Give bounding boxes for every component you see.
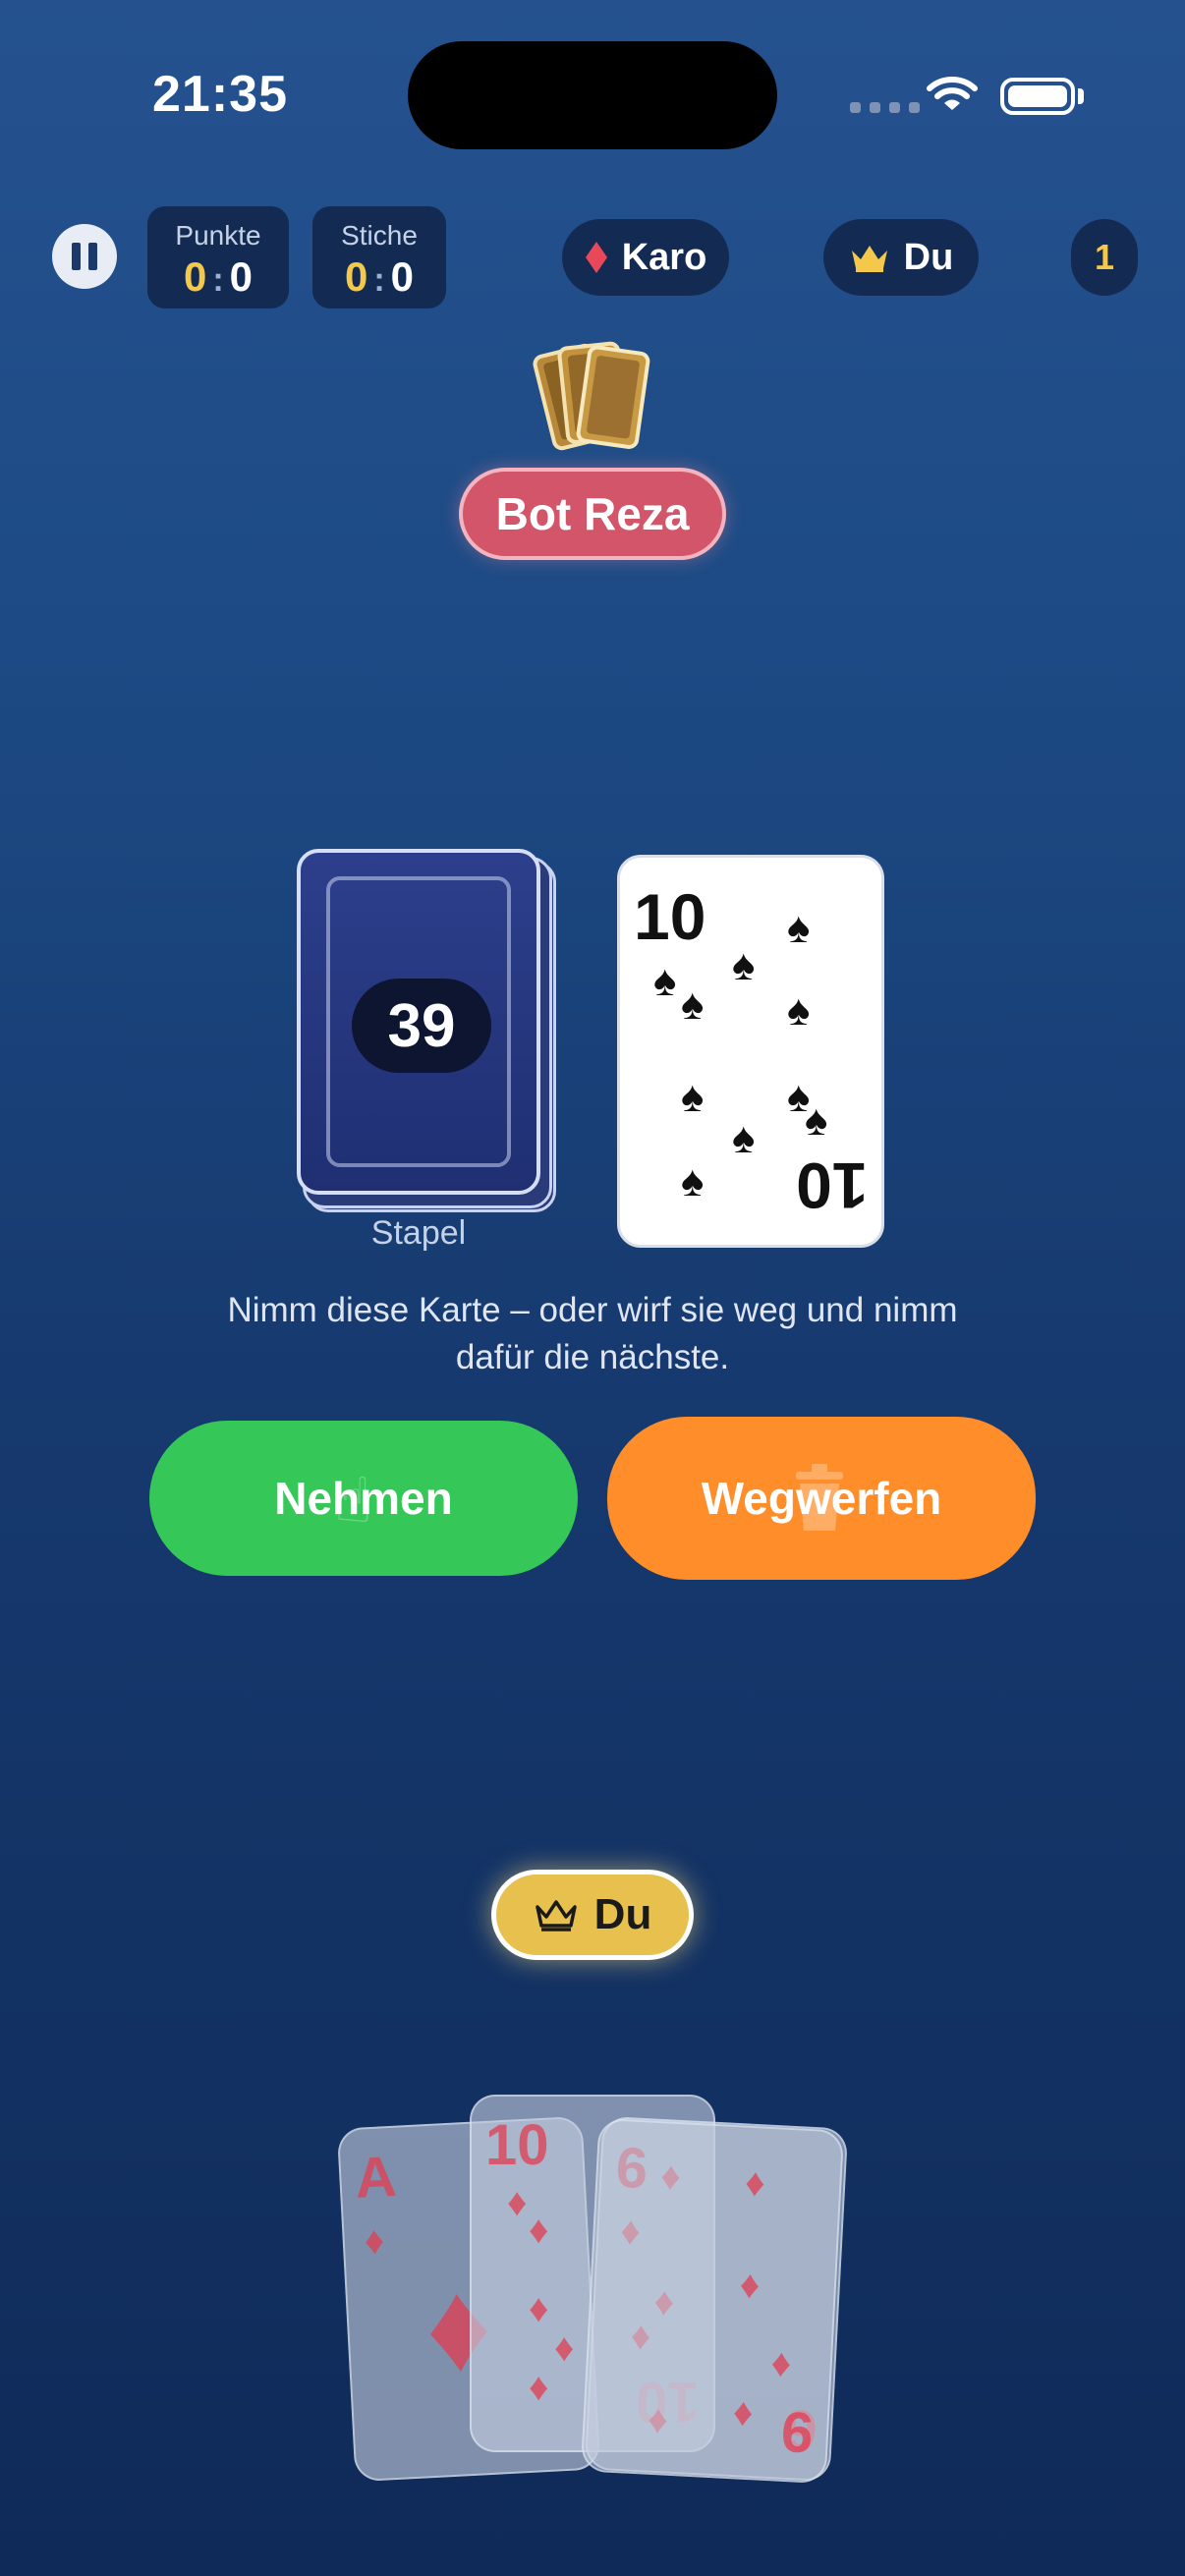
deck-count: 39	[352, 979, 491, 1073]
pause-button[interactable]	[52, 224, 117, 289]
diamond-icon: ♦	[731, 2390, 755, 2436]
card-rank-inverted: 10	[795, 1149, 868, 1222]
wifi-icon	[927, 77, 978, 110]
dealer-indicator: Du	[823, 219, 979, 296]
spade-icon: ♠	[681, 980, 705, 1029]
round-counter: 1	[1071, 219, 1138, 296]
spade-icon: ♠	[805, 1096, 828, 1145]
spade-icon: ♠	[787, 904, 811, 952]
tricks-score: Stiche 0:0	[312, 206, 446, 308]
points-left: 0	[183, 253, 207, 300]
spade-icon: ♠	[732, 1114, 756, 1162]
diamond-icon: ♦	[769, 2341, 793, 2386]
trump-label: Karo	[621, 236, 707, 278]
points-right: 0	[229, 253, 254, 300]
diamond-icon: ♦	[738, 2263, 762, 2308]
opponent-name-badge: Bot Reza	[459, 468, 726, 560]
spade-icon: ♠	[681, 1157, 705, 1205]
action-hint: Nimm diese Karte – oder wirf sie weg und…	[147, 1287, 1038, 1381]
card-rank: A	[353, 2144, 398, 2211]
diamond-icon: ♦	[363, 2218, 386, 2264]
card-rank: 10	[485, 2113, 549, 2177]
diamond-icon	[585, 242, 607, 273]
points-score: Punkte 0:0	[147, 206, 289, 308]
points-label: Punkte	[175, 220, 261, 251]
dynamic-island	[408, 41, 777, 149]
deck-label: Stapel	[370, 1214, 467, 1252]
spade-icon: ♠	[681, 1073, 705, 1121]
status-time: 21:35	[152, 66, 288, 123]
diamond-icon: ♦	[507, 2181, 528, 2224]
opponent-hand-icon	[533, 341, 650, 451]
diamond-icon: ♦	[529, 2209, 549, 2252]
hint-line-2: dafür die nächste.	[455, 1338, 730, 1376]
draw-pile[interactable]: 39	[297, 849, 540, 1195]
take-card-button[interactable]: ☝ Nehmen	[149, 1421, 578, 1576]
player-name-badge: Du	[491, 1870, 694, 1960]
tricks-label: Stiche	[341, 220, 418, 251]
discard-button-label: Wegwerfen	[701, 1473, 942, 1524]
spade-icon: ♠	[787, 986, 811, 1035]
battery-icon	[1000, 78, 1075, 115]
crown-icon	[535, 1900, 577, 1932]
spade-icon: ♠	[653, 957, 677, 1005]
diamond-icon: ♦	[529, 2287, 549, 2330]
spade-icon: ♠	[732, 941, 756, 989]
battery-nub	[1078, 88, 1084, 104]
player-name: Du	[593, 1890, 652, 1938]
cellular-signal-icon	[850, 102, 920, 113]
hand-card[interactable]: ♦ ♦ ♦ ♦ 9	[580, 2117, 845, 2485]
drawn-card[interactable]: 10 10 ♠ ♠ ♠ ♠ ♠ ♠ ♠ ♠ ♠ ♠	[617, 855, 884, 1248]
card-rank: 10	[634, 880, 706, 953]
dealer-label: Du	[903, 236, 954, 278]
hint-line-1: Nimm diese Karte – oder wirf sie weg und…	[227, 1291, 958, 1329]
discard-card-button[interactable]: Wegwerfen	[607, 1417, 1036, 1580]
trump-indicator: Karo	[562, 219, 729, 296]
tricks-left: 0	[344, 253, 368, 300]
diamond-icon: ♦	[529, 2366, 549, 2409]
crown-icon	[851, 246, 887, 272]
diamond-icon: ♦	[554, 2326, 575, 2370]
diamond-icon: ♦	[744, 2160, 766, 2206]
card-rank-inverted: 9	[779, 2398, 815, 2465]
tricks-right: 0	[390, 253, 415, 300]
take-button-label: Nehmen	[274, 1473, 453, 1524]
